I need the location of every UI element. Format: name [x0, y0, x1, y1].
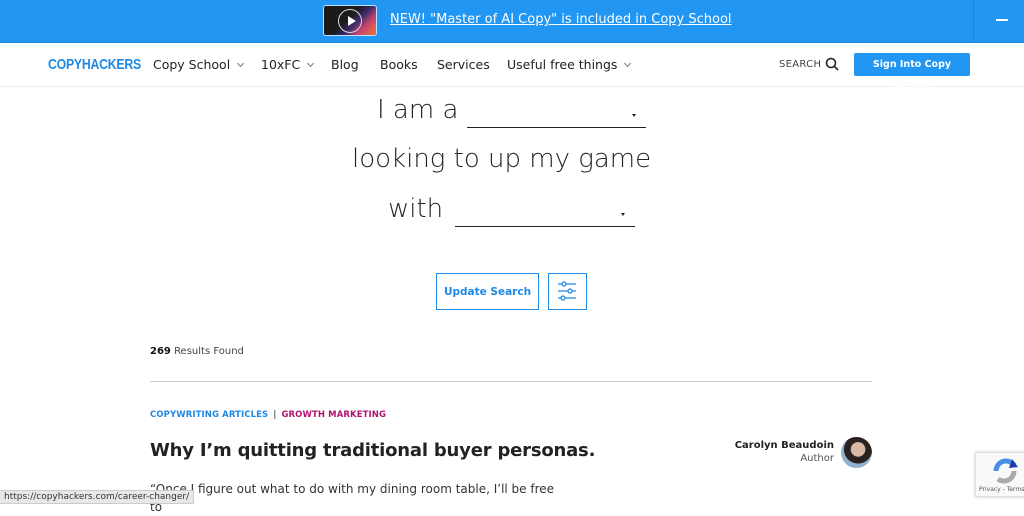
divider	[150, 381, 872, 382]
nav-item-label: Books	[380, 57, 418, 72]
sign-in-button[interactable]: Sign Into Copy School	[854, 53, 970, 93]
announcement-link[interactable]: NEW! "Master of AI Copy" is included in …	[390, 12, 732, 27]
results-count: 269 Results Found	[150, 346, 244, 357]
nav-item-label: Services	[437, 57, 490, 72]
nav-item-label: Blog	[331, 57, 359, 72]
status-bar-url: https://copyhackers.com/career-changer/	[0, 490, 195, 504]
author-avatar	[841, 437, 872, 468]
main-nav: COPYHACKERS Copy School 10xFC Blog Books…	[0, 44, 1024, 93]
recaptcha-icon	[993, 458, 1018, 484]
nav-item-useful-free-things[interactable]: Useful free things	[507, 57, 632, 72]
sentence-line-3-prefix: with	[388, 194, 444, 224]
category-copywriting-articles[interactable]: COPYWRITING ARTICLES	[150, 410, 268, 420]
article-excerpt: “Once I figure out what to do with my di…	[150, 482, 555, 514]
role-select[interactable]	[467, 104, 646, 128]
update-search-button[interactable]: Update Search	[436, 273, 539, 310]
sliders-icon	[558, 281, 576, 301]
chevron-down-icon	[307, 59, 315, 68]
topic-select[interactable]	[455, 203, 635, 227]
nav-item-label: Copy School	[153, 57, 231, 72]
nav-item-blog[interactable]: Blog	[331, 57, 359, 72]
category-separator: |	[273, 410, 277, 420]
video-thumbnail-icon[interactable]	[323, 5, 377, 36]
sentence-line-1-prefix: I am a	[377, 95, 459, 125]
chevron-down-icon	[624, 59, 632, 68]
recaptcha-terms[interactable]: Privacy - Terms	[979, 486, 1024, 493]
caret-down-icon	[621, 213, 625, 216]
sentence-line-2: looking to up my game	[352, 144, 652, 174]
caret-down-icon	[632, 114, 636, 117]
category-growth-marketing[interactable]: GROWTH MARKETING	[281, 410, 386, 420]
nav-item-books[interactable]: Books	[380, 57, 418, 72]
results-label: Results Found	[174, 346, 244, 357]
nav-item-copy-school[interactable]: Copy School	[153, 57, 245, 72]
chevron-down-icon	[237, 59, 245, 68]
recaptcha-badge[interactable]: Privacy - Terms	[975, 452, 1024, 497]
nav-item-services[interactable]: Services	[437, 57, 490, 72]
nav-item-10xfc[interactable]: 10xFC	[261, 57, 315, 72]
filter-button[interactable]	[548, 273, 587, 310]
nav-item-label: 10xFC	[261, 57, 301, 72]
article-categories: COPYWRITING ARTICLES | GROWTH MARKETING	[150, 410, 386, 420]
nav-item-label: Useful free things	[507, 57, 618, 72]
search-label[interactable]: SEARCH	[779, 59, 821, 70]
results-number: 269	[150, 346, 171, 357]
announcement-bar: NEW! "Master of AI Copy" is included in …	[0, 0, 1024, 43]
menu-toggle-button[interactable]	[973, 0, 1024, 43]
article-title[interactable]: Why I’m quitting traditional buyer perso…	[150, 440, 595, 461]
search-icon[interactable]	[825, 57, 839, 71]
minus-icon	[996, 19, 1008, 21]
author-role: Author	[800, 453, 834, 464]
logo[interactable]: COPYHACKERS	[48, 56, 141, 73]
author-name: Carolyn Beaudoin	[734, 440, 834, 451]
